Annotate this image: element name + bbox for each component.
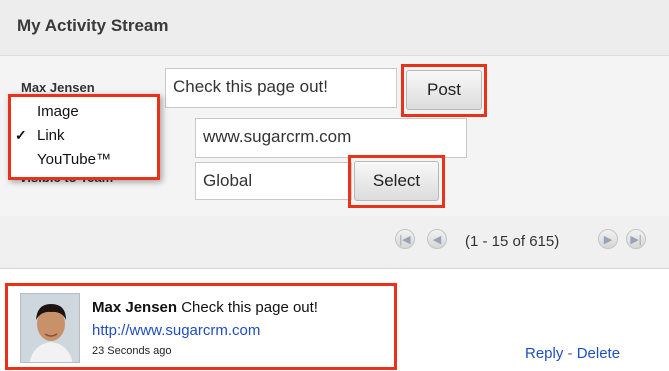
team-input[interactable]: Global [195,162,352,200]
activity-stream-header: My Activity Stream [0,0,669,56]
page-title: My Activity Stream [17,16,169,35]
post-author[interactable]: Max Jensen [92,299,177,316]
reply-link[interactable]: Reply [525,345,563,362]
next-page-icon[interactable]: ▶ [598,229,618,249]
menu-item-youtube[interactable]: YouTube™ [11,149,151,171]
url-input[interactable]: www.sugarcrm.com [195,118,467,158]
post-button[interactable]: Post [406,70,482,110]
pagination-bar: |◀ ◀ (1 - 15 of 615) ▶ ▶| [0,216,669,269]
menu-item-label: YouTube™ [37,151,111,168]
menu-item-image[interactable]: Image [11,101,151,123]
action-separator: - [567,345,573,362]
avatar [20,293,80,363]
previous-page-icon[interactable]: ◀ [427,229,447,249]
select-button[interactable]: Select [354,161,439,201]
activity-post: Max Jensen Check this page out! http://w… [5,283,397,370]
menu-item-label: Link [37,127,65,144]
post-message: Check this page out! [181,299,318,316]
post-text-input[interactable]: Check this page out! [165,68,397,108]
first-page-icon[interactable]: |◀ [395,229,415,249]
menu-item-label: Image [37,103,79,120]
post-link[interactable]: http://www.sugarcrm.com [92,322,260,339]
checkmark-icon: ✓ [15,127,27,143]
menu-item-link[interactable]: ✓ Link [11,125,151,147]
last-page-icon[interactable]: ▶| [626,229,646,249]
user-label: Max Jensen [21,80,95,95]
pagination-range: (1 - 15 of 615) [465,233,560,250]
post-timestamp: 23 Seconds ago [92,345,172,357]
post-headline: Max Jensen Check this page out! [92,299,318,316]
post-actions: Reply - Delete [525,345,620,362]
delete-link[interactable]: Delete [577,345,620,362]
attachment-type-menu: Image ✓ Link YouTube™ [8,94,160,180]
